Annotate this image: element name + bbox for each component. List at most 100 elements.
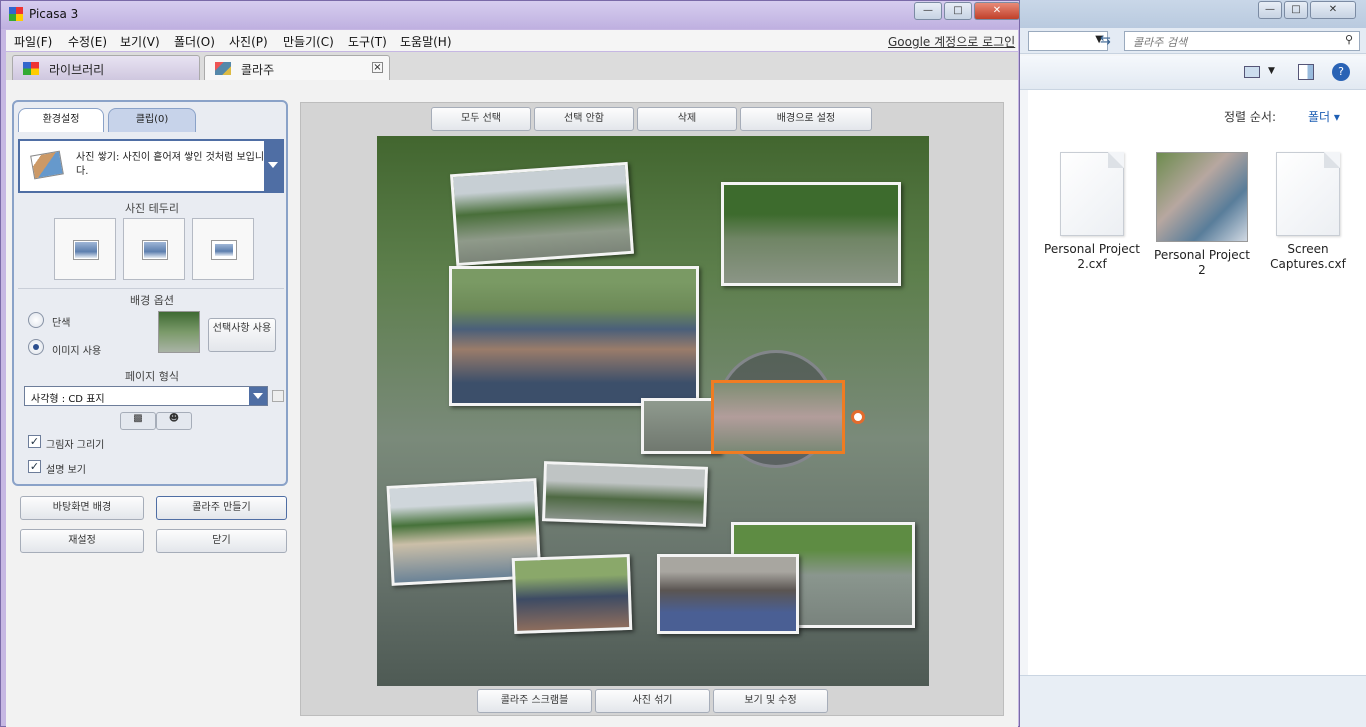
calendar-icon[interactable] [272,390,284,402]
tab-library[interactable]: 라이브러리 [12,55,200,80]
preview-pane-icon[interactable] [1298,64,1314,80]
page-format-dropdown[interactable]: 사각형 : CD 표지 [24,386,268,406]
shuffle-button[interactable]: 사진 섞기 [595,689,710,713]
minimize-button[interactable]: — [1258,1,1282,19]
maximize-button[interactable]: □ [944,2,972,20]
set-background-button[interactable]: 배경으로 설정 [740,107,872,131]
tab-collage[interactable]: 콜라주 × [204,55,390,80]
menu-view[interactable]: 보기(V) [120,33,160,50]
photo-pile-icon [30,150,64,180]
divider [18,288,284,289]
background-section-title: 배경 옵션 [130,294,174,307]
select-all-button[interactable]: 모두 선택 [431,107,531,131]
explorer-toolbar: ▼ ? [1018,56,1366,90]
menu-help[interactable]: 도움말(H) [400,33,452,50]
photo-icon [143,241,167,259]
tab-label: 콜라주 [241,63,275,77]
photo-icon [212,241,236,259]
delete-button[interactable]: 삭제 [637,107,737,131]
tab-settings[interactable]: 환경설정 [18,108,104,132]
close-panel-button[interactable]: 닫기 [156,529,287,553]
border-section-title: 사진 테두리 [124,202,180,215]
menu-edit[interactable]: 수정(E) [68,33,107,50]
chevron-down-icon[interactable]: ▼ [1268,66,1275,76]
portrait-button[interactable]: ☻ [156,412,192,430]
explorer-window: — □ ✕ ▼ ⇆ 콜라주 검색 ⚲ ▼ ? 정렬 순서: 폴더 ▾ Perso… [1018,0,1366,727]
close-button[interactable]: ✕ [1310,1,1356,19]
draw-shadows-label: 그림자 그리기 [46,440,105,451]
titlebar: Picasa 3 — □ ✕ [1,1,1020,29]
window-title: Picasa 3 [29,7,79,21]
border-option-none[interactable] [54,218,116,280]
use-selected-button[interactable]: 선택사항 사용 [208,318,276,352]
photo-icon [74,241,98,259]
selected-photo[interactable] [711,380,845,454]
file-item[interactable]: Personal Project 2.cxf [1042,152,1142,272]
radio-image[interactable] [28,339,44,355]
explorer-address-bar: ▼ ⇆ 콜라주 검색 ⚲ [1018,28,1366,54]
close-icon[interactable]: × [372,62,383,73]
checkbox-show-captions[interactable]: ✓ [28,460,41,473]
document-icon [1276,152,1340,236]
menu-photo[interactable]: 사진(P) [229,33,268,50]
chevron-down-icon[interactable] [249,387,267,405]
explorer-titlebar: — □ ✕ [1018,0,1366,28]
close-button[interactable]: ✕ [974,2,1020,20]
file-name: Personal Project 2.cxf [1044,242,1140,271]
desktop-background-button[interactable]: 바탕화면 배경 [20,496,144,520]
style-description: 사진 쌓기: 사진이 흩어져 쌓인 것처럼 보입니다. [76,152,265,177]
collage-canvas[interactable] [377,136,929,686]
deselect-button[interactable]: 선택 안함 [534,107,634,131]
collage-photo[interactable] [641,398,721,454]
collage-photo[interactable] [721,182,901,286]
rotate-handle-dot[interactable] [851,410,865,424]
sort-dropdown[interactable]: 폴더 ▾ [1308,108,1340,125]
collage-photo[interactable] [542,461,708,527]
refresh-icon[interactable]: ⇆ [1100,33,1111,48]
page-format-title: 페이지 형식 [124,370,180,383]
chevron-down-icon[interactable] [264,141,282,191]
menu-folder[interactable]: 폴더(O) [174,33,215,50]
menu-create[interactable]: 만들기(C) [283,33,334,50]
picasa-logo-icon [9,7,23,21]
collage-photo[interactable] [450,161,634,267]
file-name: Screen Captures.cxf [1270,242,1346,271]
collage-photo[interactable] [511,553,633,635]
menu-file[interactable]: 파일(F) [14,33,52,50]
search-input[interactable]: 콜라주 검색 ⚲ [1124,31,1360,51]
google-login-link[interactable]: Google 계정으로 로그인 [888,33,1015,50]
checkbox-draw-shadows[interactable]: ✓ [28,435,41,448]
radio-solid-label: 단색 [52,318,71,329]
border-option-thin[interactable] [123,218,185,280]
sort-label: 정렬 순서: [1224,110,1277,124]
collage-thumbnail [1156,152,1248,242]
help-icon[interactable]: ? [1332,63,1350,81]
file-name: Personal Project 2 [1154,248,1250,277]
search-icon[interactable]: ⚲ [1345,33,1353,46]
collage-photo[interactable] [449,266,699,406]
scramble-button[interactable]: 콜라주 스크램블 [477,689,592,713]
border-option-polaroid[interactable] [192,218,254,280]
file-item[interactable]: Personal Project 2 [1152,152,1252,278]
sort-value: 폴더 [1308,110,1331,124]
address-input[interactable]: ▼ [1028,31,1108,51]
file-item[interactable]: Screen Captures.cxf [1258,152,1358,272]
tab-strip: 라이브러리 콜라주 × [6,52,1018,80]
maximize-button[interactable]: □ [1284,1,1308,19]
menu-tools[interactable]: 도구(T) [348,33,387,50]
collage-photo[interactable] [657,554,799,634]
tab-clips[interactable]: 클립(0) [108,108,196,132]
show-captions-label: 설명 보기 [46,465,86,476]
picasa-window: Picasa 3 — □ ✕ 파일(F) 수정(E) 보기(V) 폴더(O) 사… [0,0,1020,727]
landscape-button[interactable]: ▩ [120,412,156,430]
tab-label: 라이브러리 [49,63,105,77]
reset-button[interactable]: 재설정 [20,529,144,553]
minimize-button[interactable]: — [914,2,942,20]
view-options-icon[interactable] [1244,66,1260,78]
collage-canvas-frame: 모두 선택 선택 안함 삭제 배경으로 설정 콜라주 스크램블 사진 섞기 보기 [300,102,1004,716]
create-collage-button[interactable]: 콜라주 만들기 [156,496,287,520]
radio-solid[interactable] [28,312,44,328]
collage-style-dropdown[interactable]: 사진 쌓기: 사진이 흩어져 쌓인 것처럼 보입니다. [18,139,284,193]
view-edit-button[interactable]: 보기 및 수정 [713,689,828,713]
library-icon [23,62,39,75]
